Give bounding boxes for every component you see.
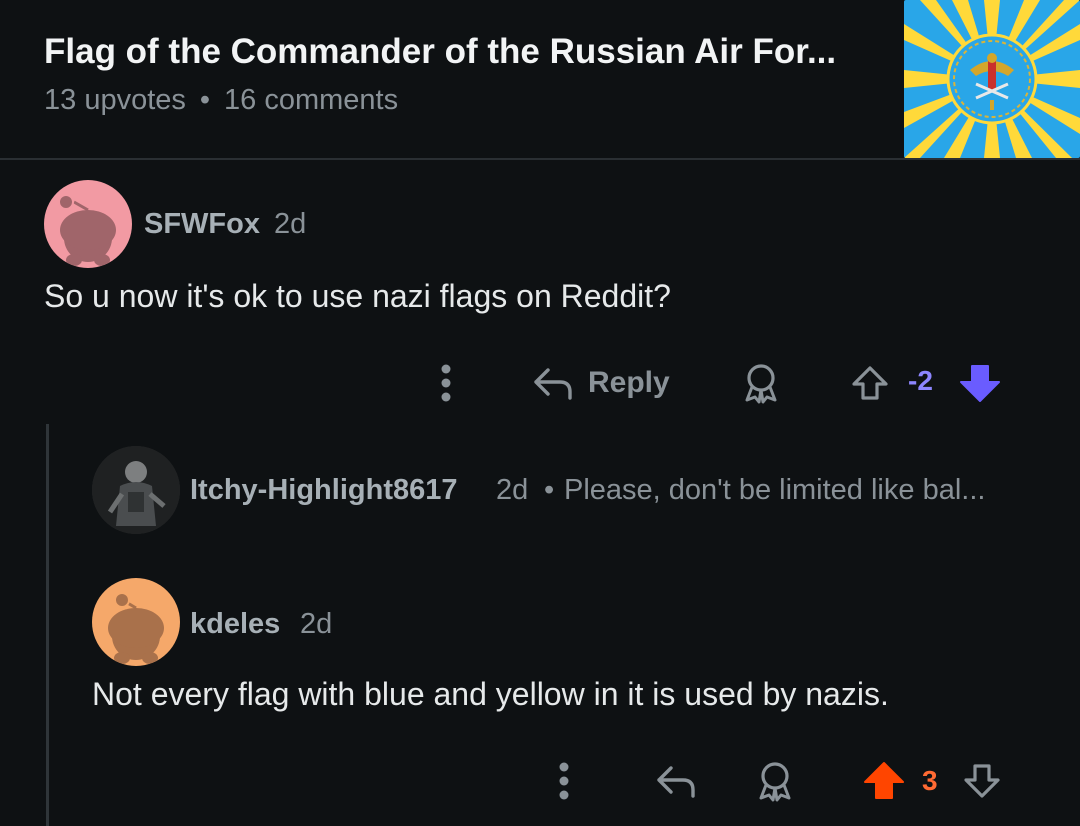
comment-sfwfox: SFWFox 2d So u now it's ok to use nazi f… bbox=[0, 160, 1080, 420]
reply-label: Reply bbox=[588, 366, 670, 399]
downvote-arrow-filled-icon bbox=[960, 365, 1000, 402]
comment-age: 2d bbox=[300, 608, 333, 640]
downvote-button[interactable] bbox=[958, 756, 1006, 806]
comment-age: 2d bbox=[274, 208, 307, 240]
comment-score: -2 bbox=[908, 365, 933, 396]
comment-score: 3 bbox=[922, 765, 938, 796]
avatar[interactable] bbox=[44, 180, 132, 268]
reply-button[interactable]: Reply bbox=[532, 358, 692, 408]
comment-itchy-highlight[interactable]: Itchy-Highlight8617 2d • Please, don't b… bbox=[0, 440, 1080, 550]
comment-preview: Please, don't be limited like bal... bbox=[564, 474, 986, 506]
comment-body: Not every flag with blue and yellow in i… bbox=[92, 676, 889, 712]
comment-age: 2d bbox=[496, 474, 529, 506]
air-force-flag-thumbnail bbox=[904, 0, 1080, 158]
upvote-arrow-filled-icon bbox=[864, 762, 904, 799]
post-thumbnail[interactable] bbox=[904, 0, 1080, 158]
reply-button[interactable] bbox=[648, 756, 704, 806]
upvote-button[interactable] bbox=[846, 358, 894, 408]
snoo-avatar-icon bbox=[108, 592, 164, 664]
comment-username[interactable]: kdeles bbox=[190, 608, 280, 641]
comment-username[interactable]: Itchy-Highlight8617 bbox=[190, 474, 458, 507]
post-meta: 13 upvotes • 16 comments bbox=[44, 84, 398, 117]
award-icon bbox=[745, 364, 777, 404]
more-options-button[interactable] bbox=[424, 358, 468, 408]
upvote-button[interactable] bbox=[860, 756, 908, 806]
reply-arrow-icon bbox=[534, 368, 572, 400]
meta-separator: • bbox=[199, 84, 211, 116]
award-button[interactable] bbox=[750, 756, 800, 806]
preview-separator: • bbox=[544, 474, 555, 506]
snoo-avatar-icon bbox=[58, 194, 116, 266]
downvote-arrow-icon bbox=[964, 764, 1000, 798]
upvote-arrow-icon bbox=[852, 366, 888, 400]
comment-thread-page: Flag of the Commander of the Russian Air… bbox=[0, 0, 1080, 826]
avatar[interactable] bbox=[92, 578, 180, 666]
profile-photo-icon bbox=[92, 446, 180, 534]
post-title[interactable]: Flag of the Commander of the Russian Air… bbox=[44, 32, 884, 72]
more-options-button[interactable] bbox=[542, 756, 586, 806]
post-header[interactable]: Flag of the Commander of the Russian Air… bbox=[0, 0, 1080, 160]
more-vertical-icon bbox=[559, 762, 569, 800]
award-icon bbox=[759, 762, 791, 802]
comment-kdeles: kdeles 2d Not every flag with blue and y… bbox=[0, 570, 1080, 826]
award-button[interactable] bbox=[736, 358, 786, 408]
comment-body: So u now it's ok to use nazi flags on Re… bbox=[44, 278, 671, 314]
reply-arrow-icon bbox=[657, 766, 695, 798]
comment-username[interactable]: SFWFox bbox=[144, 208, 260, 241]
downvote-button[interactable] bbox=[956, 358, 1004, 408]
upvote-count: 13 upvotes bbox=[44, 84, 186, 116]
comment-count: 16 comments bbox=[224, 84, 399, 116]
avatar[interactable] bbox=[92, 446, 180, 534]
more-vertical-icon bbox=[441, 364, 451, 402]
